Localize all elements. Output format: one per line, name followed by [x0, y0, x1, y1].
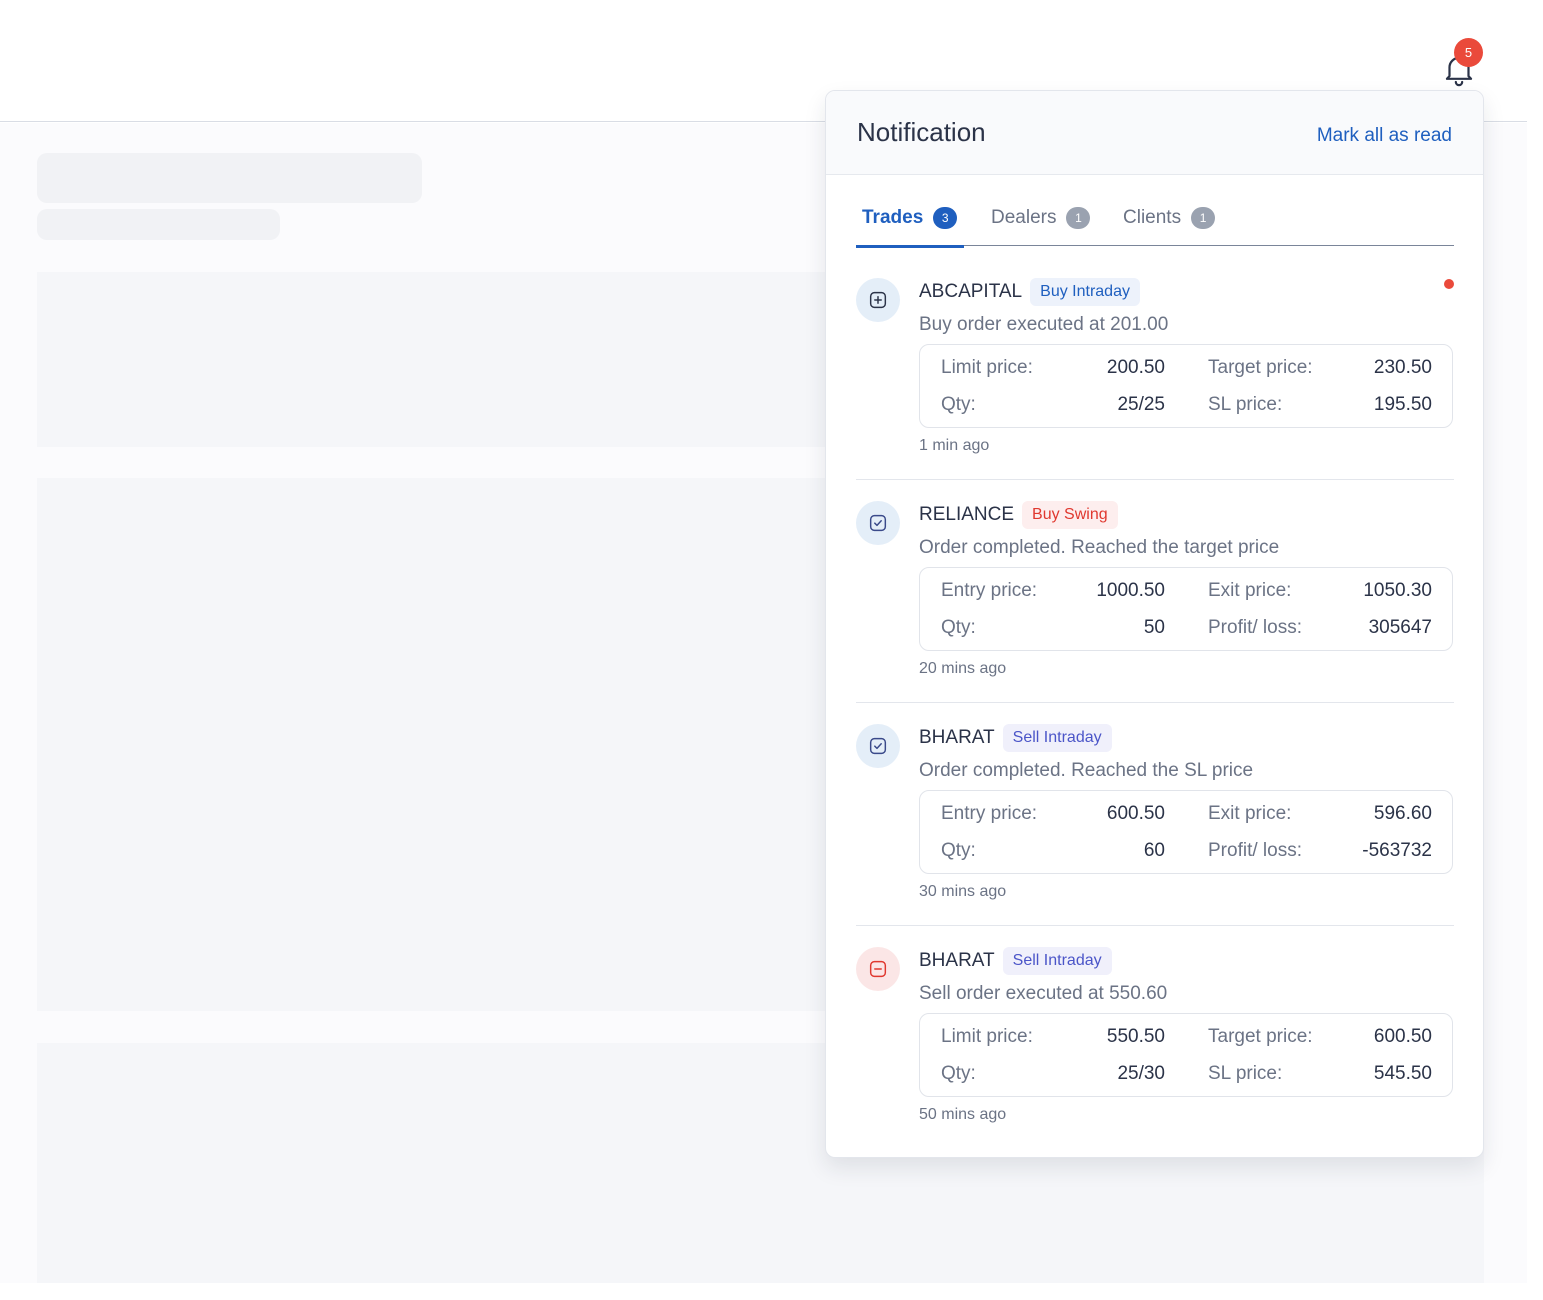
detail-value: 545.50 — [1373, 1063, 1432, 1084]
notification-message: Order completed. Reached the SL price — [919, 760, 1254, 781]
detail-value: -563732 — [1362, 840, 1432, 861]
notification-message: Buy order executed at 201.00 — [919, 314, 1169, 335]
notification-time: 20 mins ago — [919, 660, 1007, 677]
detail-label: Profit/ loss: — [1208, 840, 1302, 861]
minus-square-icon — [856, 947, 900, 991]
order-details: Entry price: 600.50 Exit price: 596.60 Q… — [919, 790, 1453, 874]
detail-label: Entry price: — [941, 580, 1038, 601]
tab-label: Clients — [1123, 206, 1182, 228]
detail-value: 600.50 — [1106, 803, 1165, 824]
tab-label: Trades — [862, 206, 924, 228]
detail-value: 25/30 — [1117, 1063, 1165, 1084]
notification-count-badge: 5 — [1454, 38, 1483, 67]
tab-dealers[interactable]: Dealers 1 — [991, 189, 1091, 246]
tab-count-badge: 1 — [1191, 206, 1216, 229]
tab-label: Dealers — [991, 206, 1057, 228]
notification-item[interactable]: ABCAPITAL Buy Intraday Buy order execute… — [856, 277, 1454, 500]
item-divider — [856, 925, 1454, 926]
order-details: Entry price: 1000.50 Exit price: 1050.30… — [919, 567, 1453, 651]
skeleton-subtitle — [37, 209, 280, 240]
notification-message: Order completed. Reached the target pric… — [919, 537, 1280, 558]
panel-header: Notification Mark all as read — [826, 91, 1483, 175]
detail-label: SL price: — [1208, 1063, 1283, 1084]
stock-symbol: ABCAPITAL — [919, 281, 1023, 302]
detail-label: Limit price: — [941, 1026, 1033, 1047]
order-type-tag: Sell Intraday — [1002, 947, 1112, 975]
detail-label: Target price: — [1208, 357, 1313, 378]
detail-value: 25/25 — [1117, 394, 1165, 415]
notification-tabs: Trades 3 Dealers 1 Clients 1 — [856, 189, 1454, 248]
detail-label: Entry price: — [941, 803, 1038, 824]
notification-message: Sell order executed at 550.60 — [919, 983, 1168, 1004]
detail-label: Qty: — [941, 394, 976, 415]
stock-symbol: BHARAT — [919, 950, 995, 971]
check-square-icon — [856, 724, 900, 768]
detail-label: Limit price: — [941, 357, 1033, 378]
detail-label: SL price: — [1208, 394, 1283, 415]
detail-value: 596.60 — [1373, 803, 1432, 824]
detail-value: 200.50 — [1106, 357, 1165, 378]
notification-time: 30 mins ago — [919, 883, 1007, 900]
unread-indicator — [1444, 279, 1454, 289]
order-type-tag: Buy Intraday — [1030, 278, 1140, 306]
stock-symbol: RELIANCE — [919, 504, 1015, 525]
detail-label: Exit price: — [1208, 803, 1292, 824]
notification-time: 50 mins ago — [919, 1106, 1007, 1123]
detail-value: 60 — [1143, 840, 1165, 861]
tab-trades[interactable]: Trades 3 — [856, 189, 964, 248]
detail-value: 195.50 — [1373, 394, 1432, 415]
tab-count-badge: 3 — [933, 206, 958, 229]
notification-time: 1 min ago — [919, 437, 990, 454]
notification-panel: Notification Mark all as read Trades 3 D… — [825, 90, 1484, 1158]
detail-value: 230.50 — [1373, 357, 1432, 378]
detail-label: Qty: — [941, 1063, 976, 1084]
item-divider — [856, 702, 1454, 703]
order-details: Limit price: 550.50 Target price: 600.50… — [919, 1013, 1453, 1097]
check-square-icon — [856, 501, 900, 545]
plus-square-icon — [856, 278, 900, 322]
mark-all-read-link[interactable]: Mark all as read — [1317, 125, 1452, 147]
detail-label: Qty: — [941, 840, 976, 861]
detail-value: 1000.50 — [1096, 580, 1165, 601]
tab-clients[interactable]: Clients 1 — [1123, 189, 1216, 246]
detail-value: 600.50 — [1373, 1026, 1432, 1047]
skeleton-title — [37, 153, 422, 203]
stock-symbol: BHARAT — [919, 727, 995, 748]
detail-value: 50 — [1143, 617, 1165, 638]
detail-value: 1050.30 — [1363, 580, 1432, 601]
detail-label: Profit/ loss: — [1208, 617, 1302, 638]
detail-label: Qty: — [941, 617, 976, 638]
detail-value: 305647 — [1368, 617, 1432, 638]
notification-item[interactable]: BHARAT Sell Intraday Order completed. Re… — [856, 723, 1454, 946]
order-details: Limit price: 200.50 Target price: 230.50… — [919, 344, 1453, 428]
detail-label: Target price: — [1208, 1026, 1313, 1047]
detail-label: Exit price: — [1208, 580, 1292, 601]
detail-value: 550.50 — [1106, 1026, 1165, 1047]
item-divider — [856, 479, 1454, 480]
order-type-tag: Sell Intraday — [1002, 724, 1112, 752]
notification-item[interactable]: RELIANCE Buy Swing Order completed. Reac… — [856, 500, 1454, 723]
notification-item[interactable]: BHARAT Sell Intraday Sell order executed… — [856, 946, 1454, 1157]
order-type-tag: Buy Swing — [1022, 501, 1118, 529]
panel-title: Notification — [857, 117, 986, 147]
tab-count-badge: 1 — [1066, 206, 1091, 229]
